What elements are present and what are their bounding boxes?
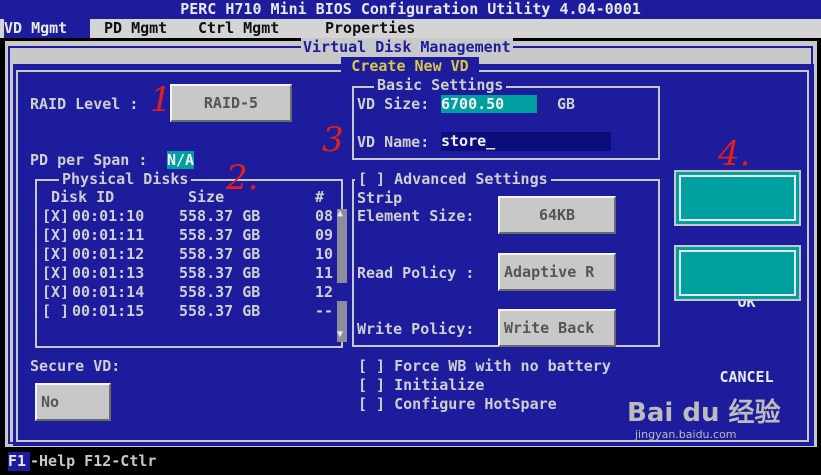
read-policy-button[interactable]: Adaptive R xyxy=(498,253,616,291)
menu-vd-mgmt[interactable]: VD Mgmt xyxy=(4,19,90,38)
status-help-text: -Help F12-Ctlr xyxy=(30,452,157,470)
cancel-button[interactable]: CANCEL xyxy=(674,245,801,386)
raid-level-button[interactable]: RAID-5 xyxy=(170,84,292,122)
disk-checkbox[interactable]: [X] xyxy=(42,207,69,225)
vd-name-field[interactable]: store_ xyxy=(441,132,611,151)
menu-pd-mgmt[interactable]: PD Mgmt xyxy=(104,19,167,38)
disk-checkbox[interactable]: [ ] xyxy=(42,302,69,320)
advanced-settings-toggle[interactable]: [ ] Advanced Settings xyxy=(355,170,551,188)
disk-num-cell: 10 xyxy=(315,245,334,263)
ok-button-frame xyxy=(679,175,796,221)
disk-id-cell: 00:01:14 xyxy=(72,283,145,301)
strip-label: Strip xyxy=(357,189,403,207)
disk-id-header: Disk ID xyxy=(51,188,115,206)
size-header: Size xyxy=(188,188,225,206)
initialize-checkbox[interactable]: [ ] Initialize xyxy=(358,376,484,394)
scroll-up-icon[interactable]: ▲ xyxy=(337,205,343,223)
num-header: # xyxy=(315,188,325,206)
disk-checkbox[interactable]: [X] xyxy=(42,226,69,244)
write-policy-button[interactable]: Write Back xyxy=(498,309,616,347)
vd-size-field[interactable]: 6700.50 xyxy=(441,95,537,113)
disk-size-cell: 558.37 GB xyxy=(179,245,261,263)
disk-num-cell: 08 xyxy=(315,207,334,225)
disk-id-cell: 00:01:12 xyxy=(72,245,145,263)
annotation-3: 3 xyxy=(322,120,344,160)
force-wb-checkbox[interactable]: [ ] Force WB with no battery xyxy=(358,357,611,375)
app-title: PERC H710 Mini BIOS Configuration Utilit… xyxy=(180,0,641,18)
dialog-title: Create New VD xyxy=(341,57,479,75)
disk-id-cell: 00:01:15 xyxy=(72,302,145,320)
read-policy-label: Read Policy : xyxy=(357,264,475,282)
disk-size-cell: 558.37 GB xyxy=(179,226,261,244)
raid-level-label: RAID Level : xyxy=(30,95,139,113)
physical-disks-title: Physical Disks xyxy=(59,170,192,188)
disk-size-cell: 558.37 GB xyxy=(179,283,261,301)
vd-name-label: VD Name: xyxy=(357,133,430,151)
pd-per-span-value[interactable]: N/A xyxy=(167,151,195,169)
disk-checkbox[interactable]: [X] xyxy=(42,283,69,301)
secure-vd-button[interactable]: No xyxy=(35,383,111,421)
disk-list-scrollbar[interactable] xyxy=(337,209,347,342)
cancel-button-frame xyxy=(679,250,796,296)
f1-key: F1 xyxy=(8,452,30,471)
disk-num-cell: 09 xyxy=(315,226,334,244)
disk-size-cell: 558.37 GB xyxy=(179,302,261,320)
baidu-watermark: Bai du 经验 xyxy=(627,398,781,428)
disk-id-cell: 00:01:13 xyxy=(72,264,145,282)
annotation-4: 4. xyxy=(718,134,751,174)
pd-per-span-label: PD per Span : xyxy=(30,151,148,169)
basic-settings-title: Basic Settings xyxy=(374,76,507,94)
ok-button[interactable]: OK xyxy=(674,170,801,311)
disk-id-cell: 00:01:10 xyxy=(72,207,145,225)
disk-size-cell: 558.37 GB xyxy=(179,264,261,282)
secure-vd-label: Secure VD: xyxy=(30,357,121,375)
annotation-2: 2. xyxy=(226,158,259,198)
disk-size-cell: 558.37 GB xyxy=(179,207,261,225)
write-policy-label: Write Policy: xyxy=(357,320,475,338)
disk-num-cell: 11 xyxy=(315,264,334,282)
menu-ctrl-mgmt[interactable]: Ctrl Mgmt xyxy=(198,19,279,38)
scroll-down-icon[interactable]: ▼ xyxy=(337,326,343,344)
disk-checkbox[interactable]: [X] xyxy=(42,264,69,282)
strip-size-button[interactable]: 64KB xyxy=(498,196,616,234)
vd-size-unit: GB xyxy=(557,95,576,113)
panel-title: Virtual Disk Management xyxy=(301,38,513,56)
menu-properties[interactable]: Properties xyxy=(325,19,415,38)
scroll-thumb[interactable] xyxy=(337,283,347,301)
disk-num-cell: 12 xyxy=(315,283,334,301)
cancel-button-label: CANCEL xyxy=(719,368,774,386)
annotation-1: 1 xyxy=(150,80,172,120)
vd-size-label: VD Size: xyxy=(357,95,430,113)
disk-num-cell: -- xyxy=(315,302,334,320)
disk-id-cell: 00:01:11 xyxy=(72,226,145,244)
baidu-watermark-url: jingyan.baidu.com xyxy=(635,428,737,441)
disk-checkbox[interactable]: [X] xyxy=(42,245,69,263)
configure-hotspare-checkbox[interactable]: [ ] Configure HotSpare xyxy=(358,395,557,413)
element-size-label: Element Size: xyxy=(357,207,475,225)
